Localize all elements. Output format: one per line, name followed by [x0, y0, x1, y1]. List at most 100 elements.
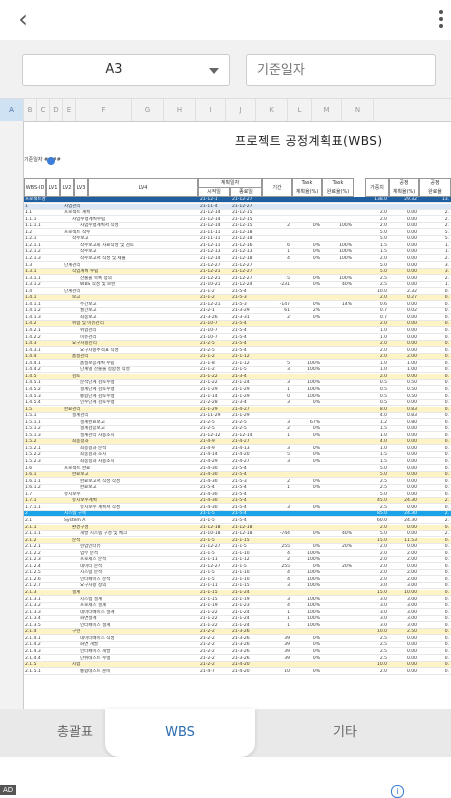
table-row[interactable]: 2.1.4.3 인터페이스 개발 21-2-2 21-3-26 39 0% 2.5 0.00 0… — [24, 649, 451, 655]
table-row[interactable]: 1.6.1.2 완료보고 21-5-4 21-5-4 1 0% 2.5 0.00 0. — [24, 485, 451, 492]
column-header-m[interactable]: M — [312, 99, 342, 121]
table-row[interactable]: 1 사업관리 21-11-4 21-12-27 — [24, 203, 451, 210]
table-row[interactable]: 2.1.2.7 요구사항 정의 21-1-11 21-1-15 3 100% 3.0 3.00… — [24, 583, 451, 590]
table-row[interactable]: 1.3.1.1 산출물 목록 정의 21-12-21 21-12-27 5 0% 100% 2… — [24, 276, 451, 282]
date-input[interactable] — [246, 54, 436, 86]
sheet-select[interactable]: A3 — [22, 54, 230, 86]
spreadsheet-view[interactable]: ABCDEFGHIJKLMN 프로젝트 공정계획표(WBS) 기준일자 ####… — [0, 99, 451, 709]
table-row[interactable]: 1.5.2.2 최종결과 조치 21-4-14 21-4-20 5 0% 1.5 0.00 0. — [24, 452, 451, 459]
table-row[interactable]: 1.5.1.1 설계완료보고 21-2-5 21-2-5 3 67% 1.2 0.80 0. — [24, 420, 451, 426]
info-icon[interactable]: i — [391, 785, 404, 798]
table-row[interactable]: 1.4.1.3 최종보고 21-3-26 21-3-31 2 0% 0.7 0.00 0. — [24, 315, 451, 321]
table-row[interactable]: 1.5.1.3 설계관리 사용조치 21-12-12 21-12-14 1 0% 1.0 0.… — [24, 433, 451, 439]
table-row[interactable]: 2.1.2 분석 21-1-5 21-1-15 15.0 11.53 0. — [24, 537, 451, 544]
table-row[interactable]: 2.1.3.5 인터페이스 설계 21-1-22 21-1-24 1 100% 3.0 3.0… — [24, 623, 451, 629]
reference-date-cell[interactable]: 기준일자 #### — [24, 156, 61, 163]
table-row[interactable]: 2.1.2.4 데이터 분석 21-12-27 21-1-5 255 0% 20% 2.0 0.… — [24, 564, 451, 570]
table-row[interactable]: 2.1.4 구현 21-2-2 21-3-26 10.0 2.50 0. — [24, 629, 451, 636]
table-row[interactable]: 1.4 단계관리 21-1-2 21-5-4 10.0 2.32 0. — [24, 289, 451, 295]
column-header-k[interactable]: K — [256, 99, 288, 121]
column-header-n[interactable]: N — [342, 99, 374, 121]
table-row[interactable]: 2.1.3.3 데이터베이스 설계 21-1-22 21-1-24 1 100% 3.0 3.… — [24, 610, 451, 616]
table-row[interactable]: 2.1.2.5 시스템 분석 21-1-5 21-1-10 4 100% 2.0 2.00 0. — [24, 570, 451, 577]
table-row[interactable]: 1.2 프로젝트 착수 21-11-11 21-12-18 5.0 0.00 5. — [24, 230, 451, 236]
table-row[interactable]: 1.4.1 보고 21-1-2 21-5-3 2.0 0.27 0. — [24, 295, 451, 302]
cell-b — [324, 236, 352, 242]
table-row[interactable]: 1.6 프로젝트 완료 21-4-30 21-5-4 5.0 0.00 0. — [24, 466, 451, 472]
column-header-a[interactable]: A — [0, 99, 24, 121]
cell-w: 2.5 — [379, 478, 387, 484]
table-row[interactable]: 1.5.2.3 최종결과 사용조치 21-4-29 21-4-27 3 0% 1.5 0.00… — [24, 459, 451, 465]
table-row[interactable]: 1.1 프로젝트 계획 21-12-14 21-12-15 2.0 0.00 2. — [24, 210, 451, 217]
table-row[interactable]: 1.5.2 최종결과 21-4-9 21-4-27 4.0 0.00 0. — [24, 439, 451, 446]
table-row[interactable]: 1.5.2.1 최종결과 분석 21-4-9 21-4-13 3 0% 1.0 0.00 0. — [24, 446, 451, 452]
table-row[interactable]: 2.1.3 설계 21-1-15 21-1-24 15.0 10.00 0. — [24, 590, 451, 596]
table-row[interactable]: 1.6.1.1 완료보고서 작성 작성 21-4-30 21-5-3 2 0% 2.5 0.0… — [24, 479, 451, 485]
table-row[interactable]: 1.4.5 검토 21-1-22 21-3-4 2.0 0.00 0. — [24, 373, 451, 380]
table-row[interactable]: 2.1.2.6 인터페이스 분석 21-1-5 21-1-10 4 100% 2.0 2.00… — [24, 577, 451, 583]
table-row[interactable]: 1.4.2 위험 및 이슈관리 21-10-7 21-5-4 2.0 0.00 0. — [24, 321, 451, 328]
column-header-j[interactable]: J — [226, 99, 256, 121]
table-row[interactable]: 2.1.1 환경구성 21-12-18 21-12-18 2.0 0.00 0. — [24, 524, 451, 531]
table-row[interactable]: 1.4.3.1 요구사항추적표 작성 21-2-5 21-5-4 2.0 0.00 0. — [24, 348, 451, 354]
table-row[interactable]: 2.1.3.1 시스템 설계 21-1-15 21-1-19 3 100% 3.0 3.00 0… — [24, 597, 451, 603]
table-row[interactable]: 2.1.4.1 데이터베이스 작성 21-2-2 21-3-26 39 0% 2.5 0.00… — [24, 636, 451, 642]
table-row[interactable]: 1.7.1.1 유지보수 계획서 작성 21-4-30 21-5-4 3 0% 2.5 0.0… — [24, 505, 451, 511]
table-row[interactable]: 1.3.1.2 WBS 작성 및 보완 21-10-21 21-12-24 -231 0%… — [24, 282, 451, 289]
table-row[interactable]: 2.1.2.2 업무 분석 21-1-5 21-1-10 4 100% 2.0 2.00 0. — [24, 551, 451, 557]
table-row[interactable]: 2.1.2.1 현업인터뷰 21-12-27 21-1-5 255 0% 20% 2.0 0.0… — [24, 544, 451, 551]
table-row[interactable]: 2.1.2.3 프로세스 분석 21-1-11 21-1-12 2 100% 2.0 2.00… — [24, 557, 451, 564]
table-row[interactable]: 2 시스템 구축 21-1-5 21-5-4 85.0 24.30 2. — [24, 511, 451, 518]
table-row[interactable]: 1.4.4.1 품질보증계획 수립 21-1-8 21-1-12 5 100% 1.0 1.0… — [24, 361, 451, 367]
ad-banner[interactable]: AD i — [0, 757, 451, 798]
column-header-h[interactable]: H — [164, 99, 196, 121]
column-header-d[interactable]: D — [50, 99, 63, 121]
vertical-dots-icon[interactable] — [437, 8, 445, 32]
table-row[interactable]: 1.4.1.2 월간보고 21-2-1 21-3-29 61 2% 0.7 0.02 0. — [24, 308, 451, 315]
table-row[interactable]: 2.1.3.2 프로세스 설계 21-1-19 21-1-23 4 100% 3.0 3.00… — [24, 603, 451, 610]
table-row[interactable]: 2.1.5 시험 21-2-2 21-4-20 10.0 0.00 0. — [24, 662, 451, 669]
selection-handle[interactable] — [47, 157, 55, 165]
column-header-l[interactable]: L — [288, 99, 312, 121]
chevron-left-icon[interactable]: ‹ — [8, 4, 38, 34]
table-row[interactable]: 1.1.1.1 사업수행계획서 작성 21-12-14 21-12-15 2 0% 100%… — [24, 223, 451, 230]
table-row[interactable]: 1.4.4 품질관리 21-1-2 21-1-12 2.0 2.00 0. — [24, 354, 451, 361]
table-row[interactable]: 2.1.5.1 통합테스트 준비 21-4-7 21-4-20 10 0% 2.0 0.00 0… — [24, 669, 451, 675]
table-row[interactable]: 1.4.1.1 주간보고 21-12-21 21-5-3 -147 0% 14% 0.6 0.0… — [24, 302, 451, 308]
table-row[interactable]: 1.7 유지보수 21-4-30 21-5-4 5.0 0.00 0. — [24, 492, 451, 498]
table-row[interactable]: 1.1.1 사업수행계획수립 21-12-14 21-12-15 2.0 0.00 2. — [24, 217, 451, 223]
table-row[interactable]: 1.2.1.2 착수보고 21-12-13 21-12-13 1 0% 100% 1.5 0.0… — [24, 249, 451, 256]
table-row[interactable]: 1.5 완료관리 21-1-29 21-4-27 8.0 0.83 0. — [24, 406, 451, 413]
tab-other[interactable]: 기타 — [270, 709, 420, 757]
table-row[interactable]: 1.4.5.1 분석단계 검토수행 21-1-22 21-1-24 3 100% 0.5 0.… — [24, 380, 451, 387]
table-row[interactable]: 1.2.1 착수보고 21-11-11 21-12-18 5.0 0.00 5. — [24, 236, 451, 243]
column-header-e[interactable]: E — [63, 99, 76, 121]
table-row[interactable]: 1.4.3 요구사항관리 21-2-5 21-5-4 2.0 0.00 0. — [24, 341, 451, 348]
table-row[interactable]: 2.1.4.2 화면 개발 21-2-2 21-3-26 39 0% 2.5 0.00 0. — [24, 642, 451, 649]
table-row[interactable]: 1.4.5.4 인수단계 검토수행 21-2-28 21-3-4 3 0% 0.5 0.00 0… — [24, 400, 451, 407]
table-row[interactable]: 1.4.5.2 설계단계 검토수행 21-1-29 21-1-29 1 100% 0.5 0.… — [24, 387, 451, 393]
column-header-c[interactable]: C — [37, 99, 50, 121]
table-row[interactable]: 1.5.1.2 설계검증보고 21-2-5 21-2-5 2 0% 1.5 0.00 0. — [24, 426, 451, 433]
table-row[interactable]: 1.4.2.1 위험관리 21-10-7 21-5-4 1.0 0.00 0. — [24, 328, 451, 334]
table-row[interactable]: 1.2.1.3 착수보고서 작성 및 제출 21-12-14 21-12-18 4 0% 1… — [24, 256, 451, 262]
table-row[interactable]: 1.5.1 설계관리 21-11-29 21-1-29 4.0 0.83 0. — [24, 413, 451, 420]
table-row[interactable]: 1.3.1 작업계획 수립 21-12-21 21-12-27 5.0 0.00 3. — [24, 269, 451, 276]
table-row[interactable]: 2.1.1.1 개발 시스템 구성 및 체크 21-10-18 21-12-18 -74… — [24, 531, 451, 538]
table-row[interactable]: 1.7.1 유지보수계획 21-4-30 21-5-4 45.0 24.30 2. — [24, 498, 451, 505]
column-header-g[interactable]: G — [132, 99, 164, 121]
table-row[interactable]: 1.4.5.3 통합단계 검토수행 21-1-14 21-1-29 0 100% 0.5 0.… — [24, 394, 451, 400]
column-header-b[interactable]: B — [24, 99, 37, 121]
table-row[interactable]: 2.1 System A 21-1-5 21-5-4 60.0 24.30 2. — [24, 518, 451, 524]
table-row[interactable]: 2.1.4.4 단위테스트 수행 21-2-2 21-3-26 39 0% 2.5 0.00 0… — [24, 656, 451, 662]
table-row[interactable]: 1.2.1.1 착수보고회 자료작성 및 검토 21-12-11 21-12-16 6 0… — [24, 243, 451, 249]
table-row[interactable]: 1.6.1 완료보고 21-4-30 21-5-4 5.0 0.00 0. — [24, 472, 451, 479]
table-row[interactable]: 1.3 단계관리 21-12-27 21-12-27 5.0 0.00 3. — [24, 263, 451, 269]
column-header-f[interactable]: F — [76, 99, 132, 121]
table-row[interactable]: 1.4.2.2 이슈관리 21-10-7 21-5-4 1.0 0.00 0. — [24, 335, 451, 341]
table-row[interactable]: 2.1.3.4 화면설계 21-1-22 21-1-24 1 100% 3.0 3.00 0. — [24, 616, 451, 623]
tab-wbs[interactable]: WBS — [105, 709, 255, 757]
table-row[interactable]: 프로젝트명 21-12-1 21-12-27 138.0 29.32 13. — [24, 197, 451, 203]
column-header-i[interactable]: I — [196, 99, 226, 121]
table-row[interactable]: 1.4.4.2 단계별 산출물 정합성 작성 21-1-2 21-1-5 3 100% 1.… — [24, 367, 451, 374]
